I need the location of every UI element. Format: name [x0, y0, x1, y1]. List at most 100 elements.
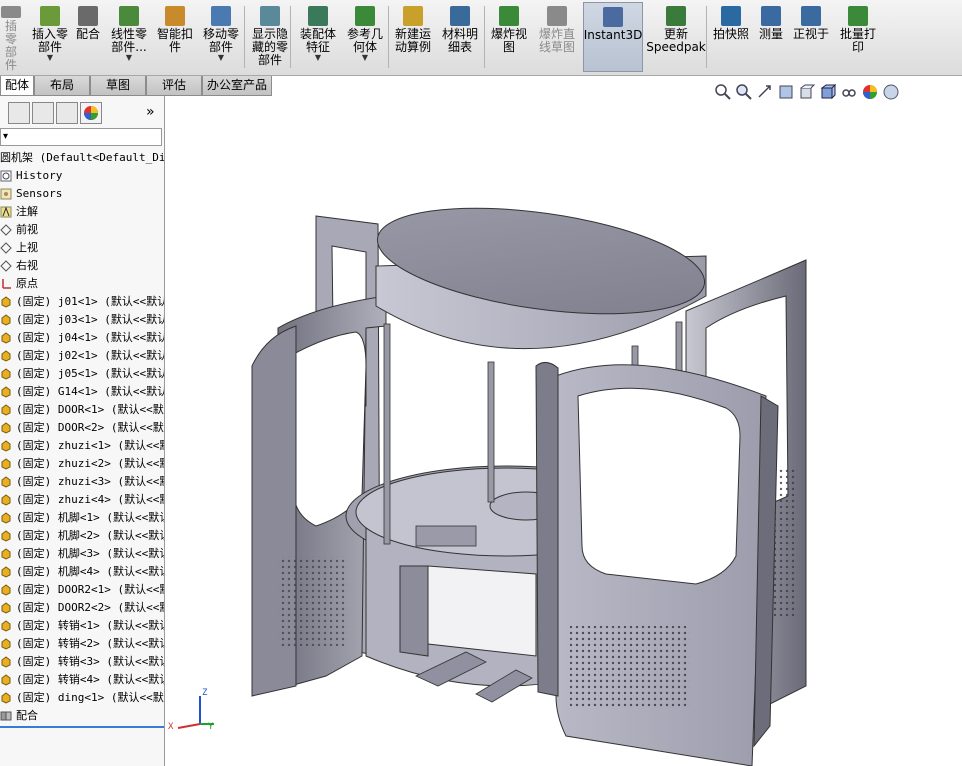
toolbar-button-12[interactable]: 爆炸直 线草图: [535, 2, 579, 72]
toolbar-button-label: 新建运 动算例: [394, 27, 431, 54]
toolbar-button-15[interactable]: 拍快照: [710, 2, 752, 72]
dropdown-arrow-icon[interactable]: ▼: [126, 54, 132, 62]
tree-node-label: 上视: [16, 241, 38, 254]
toolbar-button-7[interactable]: 装配体 特征 ▼: [296, 2, 340, 72]
view-orientation-icon[interactable]: [798, 83, 816, 101]
tree-node[interactable]: (固定) j01<1> (默认<<默认: [0, 293, 164, 311]
toolbar-button-5[interactable]: 移动零 部件 ▼: [197, 2, 245, 72]
toolbar-button-8[interactable]: 参考几 何体 ▼: [343, 2, 387, 72]
tree-node[interactable]: (固定) j05<1> (默认<<默认: [0, 365, 164, 383]
toolbar-button-2[interactable]: 配合: [73, 2, 103, 72]
command-tab[interactable]: 评估: [146, 76, 202, 96]
dropdown-arrow-icon[interactable]: ▼: [47, 54, 53, 62]
tree-root-assembly[interactable]: 圆机架 (Default<Default_Dis: [0, 149, 164, 167]
tree-node[interactable]: (固定) DOOR2<2> (默认<<默: [0, 599, 165, 617]
tree-node[interactable]: 注解: [0, 203, 164, 221]
toolbar-button-14[interactable]: 更新 Speedpak: [646, 2, 706, 72]
tree-node[interactable]: (固定) G14<1> (默认<<默认: [0, 383, 165, 401]
tree-node[interactable]: (固定) 转销<4> (默认<<默认: [0, 671, 164, 689]
toolbar-button-icon: [450, 6, 470, 26]
feature-manager-tabs: »: [0, 102, 164, 124]
plane-icon: [0, 242, 12, 254]
tree-node[interactable]: (固定) 机脚<4> (默认<<默认: [0, 563, 164, 581]
tree-node[interactable]: (固定) j02<1> (默认<<默认: [0, 347, 164, 365]
toolbar-button-icon: [761, 6, 781, 26]
tree-node-label: (固定) 机脚<3> (默认<<默认: [16, 547, 165, 560]
command-tab[interactable]: 草图: [90, 76, 146, 96]
configuration-manager-tab[interactable]: [56, 102, 78, 124]
dropdown-arrow-icon[interactable]: ▼: [362, 54, 368, 62]
hide-show-items-icon[interactable]: [840, 83, 858, 101]
toolbar-button-icon: [666, 6, 686, 26]
toolbar-button-icon: [260, 6, 280, 26]
part-icon: [0, 476, 12, 488]
feature-tree-tab[interactable]: [8, 102, 30, 124]
command-tab[interactable]: 办公室产品: [202, 76, 272, 96]
rollback-bar[interactable]: [0, 726, 164, 728]
graphics-viewport[interactable]: Z X Y: [166, 96, 962, 766]
triad-x-label: X: [168, 722, 174, 732]
tree-node[interactable]: (固定) ding<1> (默认<<默认: [0, 689, 164, 707]
toolbar-button-3[interactable]: 线性零 部件... ▼: [106, 2, 152, 72]
tree-node[interactable]: (固定) zhuzi<1> (默认<<默: [0, 437, 164, 455]
tree-node[interactable]: 前视: [0, 221, 164, 239]
toolbar-button-11[interactable]: 爆炸视 图: [487, 2, 531, 72]
tree-node[interactable]: (固定) 机脚<3> (默认<<默认: [0, 545, 165, 563]
toolbar-button-6[interactable]: 显示隐 藏的零 部件: [248, 2, 292, 72]
previous-view-icon[interactable]: [756, 83, 774, 101]
tree-node[interactable]: 配合: [0, 707, 164, 725]
display-manager-tab[interactable]: [80, 102, 102, 124]
toolbar-button-10[interactable]: 材料明 细表: [440, 2, 480, 72]
edit-appearance-icon[interactable]: [861, 83, 879, 101]
tree-node-label: (固定) j03<1> (默认<<默认: [16, 313, 165, 326]
display-style-icon[interactable]: [819, 83, 837, 101]
tree-node[interactable]: (固定) DOOR<1> (默认<<默: [0, 401, 164, 419]
tree-node[interactable]: (固定) zhuzi<2> (默认<<默: [0, 455, 164, 473]
tree-node-label: (固定) G14<1> (默认<<默认: [16, 385, 165, 398]
toolbar-button-label: 插零 部件: [4, 19, 17, 72]
tree-node[interactable]: (固定) zhuzi<3> (默认<<默: [0, 473, 164, 491]
tree-node[interactable]: (固定) zhuzi<4> (默认<<默: [0, 491, 164, 509]
tree-node-label: (固定) DOOR2<1> (默认<<默: [16, 583, 165, 596]
tree-node[interactable]: (固定) DOOR2<1> (默认<<默: [0, 581, 165, 599]
tree-node[interactable]: (固定) 转销<1> (默认<<默认: [0, 617, 164, 635]
tree-node[interactable]: (固定) 转销<2> (默认<<默认: [0, 635, 164, 653]
tree-node[interactable]: (固定) DOOR<2> (默认<<默: [0, 419, 164, 437]
property-manager-tab[interactable]: [32, 102, 54, 124]
feature-tree-filter[interactable]: ▾: [0, 128, 162, 146]
tree-node-label: 右视: [16, 259, 38, 272]
tree-node[interactable]: (固定) j03<1> (默认<<默认: [0, 311, 165, 329]
toolbar-button-0[interactable]: 插零 部件: [0, 2, 22, 72]
zoom-to-area-icon[interactable]: [735, 83, 753, 101]
tree-node[interactable]: 右视: [0, 257, 164, 275]
toolbar-button-4[interactable]: 智能扣 件: [154, 2, 196, 72]
toolbar-button-1[interactable]: 插入零 部件 ▼: [27, 2, 73, 72]
tree-node[interactable]: (固定) 机脚<1> (默认<<默认: [0, 509, 164, 527]
tree-node[interactable]: (固定) j04<1> (默认<<默认: [0, 329, 164, 347]
tree-node[interactable]: (固定) 转销<3> (默认<<默认: [0, 653, 164, 671]
tree-node[interactable]: 原点: [0, 275, 164, 293]
toolbar-button-18[interactable]: 批量打 印: [836, 2, 880, 72]
dropdown-arrow-icon[interactable]: ▼: [315, 54, 321, 62]
section-view-icon[interactable]: [777, 83, 795, 101]
mates-icon: [0, 710, 12, 722]
toolbar-button-label: 拍快照: [712, 27, 749, 41]
toolbar-button-17[interactable]: 正视于: [790, 2, 832, 72]
tree-node-label: (固定) DOOR2<2> (默认<<默: [16, 601, 165, 614]
command-manager-tabs: 配体 布局 草图 评估 办公室产品: [0, 76, 272, 96]
command-tab[interactable]: 配体: [0, 76, 34, 96]
toolbar-button-icon: [499, 6, 519, 26]
command-tab[interactable]: 布局: [34, 76, 90, 96]
toolbar-button-9[interactable]: 新建运 动算例: [392, 2, 434, 72]
toolbar-button-13[interactable]: Instant3D: [583, 2, 643, 72]
tree-node[interactable]: 上视: [0, 239, 164, 257]
dropdown-arrow-icon[interactable]: ▼: [218, 54, 224, 62]
zoom-to-fit-icon[interactable]: [714, 83, 732, 101]
tree-node[interactable]: Sensors: [0, 185, 164, 203]
scene-icon[interactable]: [882, 83, 900, 101]
collapse-panel-chevron-icon[interactable]: »: [146, 102, 155, 122]
toolbar-button-16[interactable]: 测量: [755, 2, 787, 72]
part-icon: [0, 386, 12, 398]
tree-node[interactable]: (固定) 机脚<2> (默认<<默认: [0, 527, 164, 545]
tree-node[interactable]: History: [0, 167, 164, 185]
